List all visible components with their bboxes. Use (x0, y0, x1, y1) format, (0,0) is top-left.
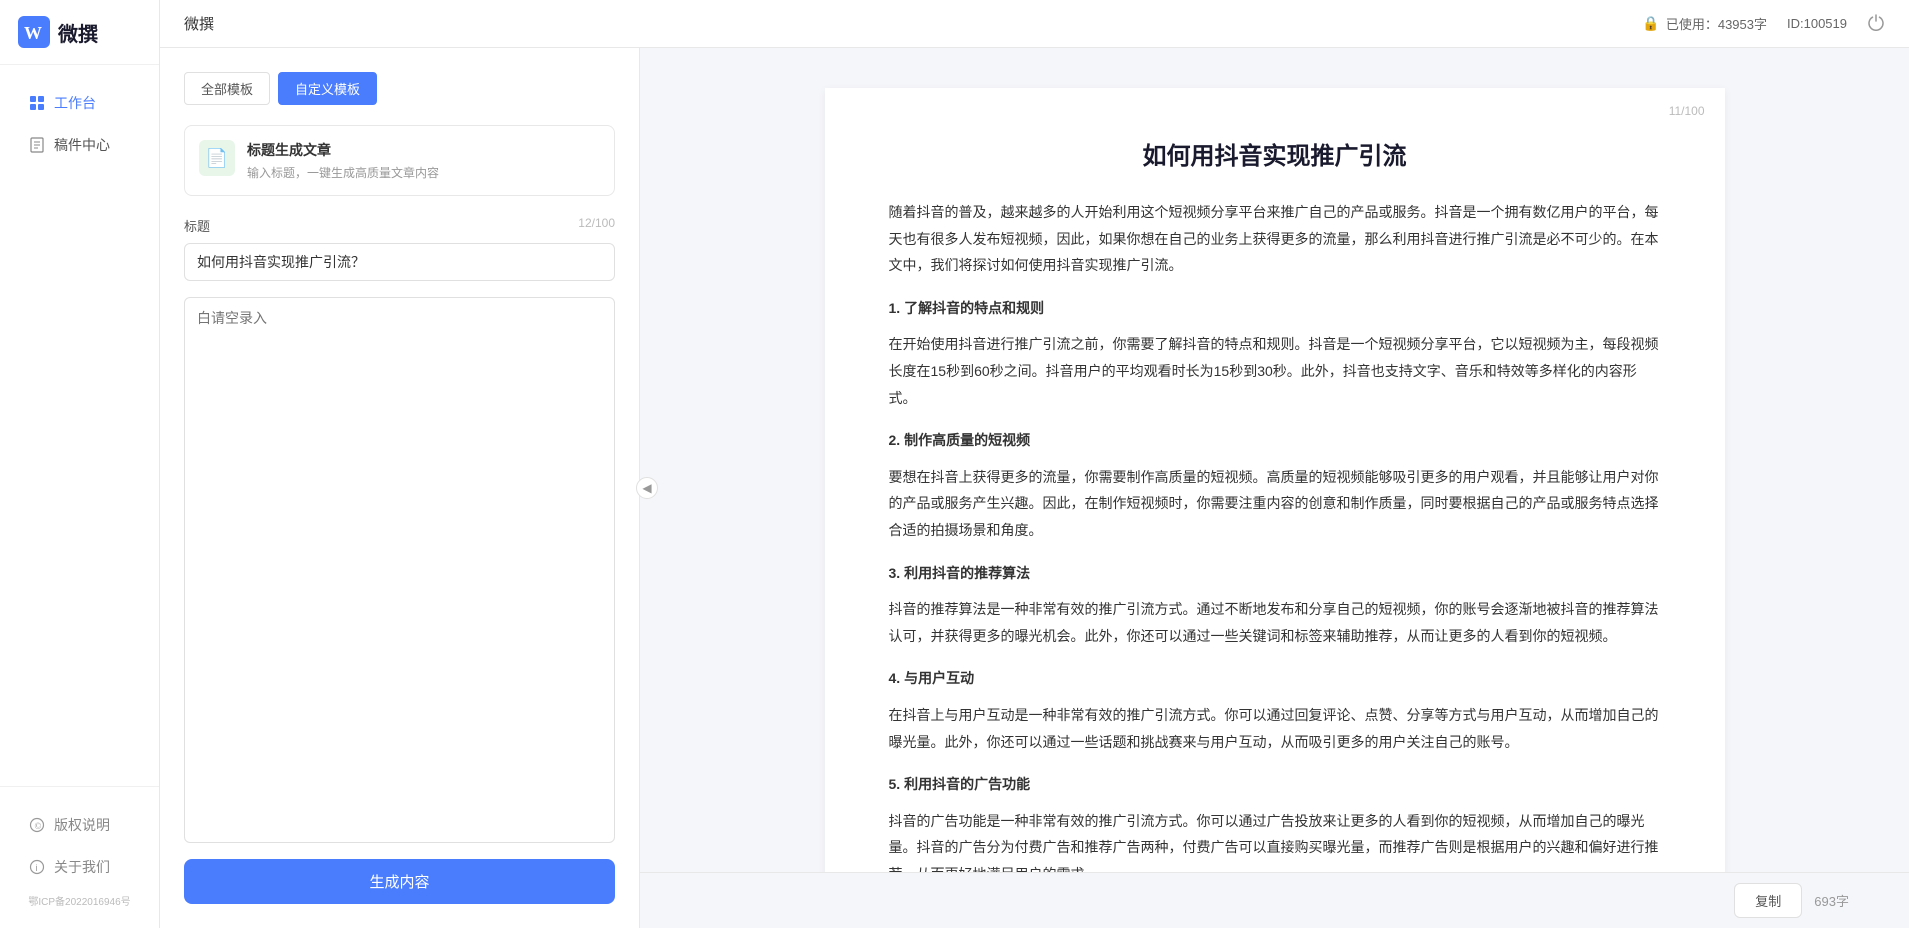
form-section: 标题 12/100 (184, 216, 615, 843)
logo-icon: W (18, 16, 50, 48)
right-bottom-bar: 复制 693字 (640, 872, 1909, 928)
usage-icon: 🔒 (1642, 15, 1659, 32)
workbench-label: 工作台 (54, 93, 96, 113)
panel-footer: 生成内容 (184, 843, 615, 928)
template-card-content: 标题生成文章 输入标题，一键生成高质量文章内容 (247, 140, 439, 181)
content-area: 全部模板 自定义模板 📄 标题生成文章 输入标题，一键生成高质量文章内容 标题 … (160, 48, 1909, 928)
drafts-label: 稿件中心 (54, 135, 110, 155)
template-card-title: 标题生成文章 (247, 140, 439, 160)
copyright-label: 版权说明 (54, 815, 110, 835)
right-panel: 11/100 如何用抖音实现推广引流 随着抖音的普及，越来越多的人开始利用这个短… (640, 48, 1909, 928)
top-bar-right: 🔒 已使用：43953字 ID:100519 (1642, 13, 1885, 34)
tab-all-templates[interactable]: 全部模板 (184, 72, 270, 105)
section-content-1: 在开始使用抖音进行推广引流之前，你需要了解抖音的特点和规则。抖音是一个短视频分享… (889, 331, 1661, 411)
page-counter: 11/100 (1669, 104, 1705, 118)
title-input[interactable] (184, 243, 615, 281)
section-heading-1: 1. 了解抖音的特点和规则 (889, 295, 1661, 322)
tab-custom-templates[interactable]: 自定义模板 (278, 72, 377, 105)
page-title: 微撰 (184, 13, 214, 34)
copyright-icon: © (28, 816, 46, 834)
sidebar-item-about[interactable]: i 关于我们 (8, 847, 151, 887)
article-intro: 随着抖音的普及，越来越多的人开始利用这个短视频分享平台来推广自己的产品或服务。抖… (889, 199, 1661, 279)
sidebar-nav: 工作台 稿件中心 (0, 65, 159, 786)
title-field-label: 标题 12/100 (184, 216, 615, 235)
user-id: ID:100519 (1787, 16, 1847, 31)
article-title: 如何用抖音实现推广引流 (889, 136, 1661, 171)
usage-text: 已使用：43953字 (1666, 14, 1767, 33)
article-container[interactable]: 11/100 如何用抖音实现推广引流 随着抖音的普及，越来越多的人开始利用这个短… (640, 48, 1909, 872)
sidebar-item-copyright[interactable]: © 版权说明 (8, 805, 151, 845)
left-panel: 全部模板 自定义模板 📄 标题生成文章 输入标题，一键生成高质量文章内容 标题 … (160, 48, 640, 928)
drafts-icon (28, 136, 46, 154)
power-button[interactable] (1867, 13, 1885, 34)
section-content-3: 抖音的推荐算法是一种非常有效的推广引流方式。通过不断地发布和分享自己的短视频，你… (889, 596, 1661, 649)
icp-text: 鄂ICP备2022016946号 (0, 889, 159, 912)
about-label: 关于我们 (54, 857, 110, 877)
section-content-4: 在抖音上与用户互动是一种非常有效的推广引流方式。你可以通过回复评论、点赞、分享等… (889, 702, 1661, 755)
template-tabs: 全部模板 自定义模板 (184, 72, 615, 105)
article-page: 11/100 如何用抖音实现推广引流 随着抖音的普及，越来越多的人开始利用这个短… (825, 88, 1725, 872)
sidebar-bottom: © 版权说明 i 关于我们 鄂ICP备2022016946号 (0, 786, 159, 928)
usage-info: 🔒 已使用：43953字 (1642, 14, 1767, 33)
section-content-5: 抖音的广告功能是一种非常有效的推广引流方式。你可以通过广告投放来让更多的人看到你… (889, 808, 1661, 872)
section-heading-4: 4. 与用户互动 (889, 665, 1661, 692)
svg-text:W: W (24, 23, 42, 43)
article-body: 随着抖音的普及，越来越多的人开始利用这个短视频分享平台来推广自己的产品或服务。抖… (889, 199, 1661, 872)
app-name: 微撰 (58, 18, 98, 47)
copy-button[interactable]: 复制 (1734, 883, 1802, 918)
title-counter: 12/100 (578, 216, 615, 235)
word-count: 693字 (1814, 891, 1849, 910)
section-heading-5: 5. 利用抖音的广告功能 (889, 771, 1661, 798)
sidebar-item-drafts[interactable]: 稿件中心 (8, 125, 151, 165)
section-content-2: 要想在抖音上获得更多的流量，你需要制作高质量的短视频。高质量的短视频能够吸引更多… (889, 464, 1661, 544)
logo-area: W 微撰 (0, 0, 159, 65)
template-card-icon: 📄 (199, 140, 235, 176)
collapse-panel-button[interactable]: ◀ (636, 477, 658, 499)
svg-text:i: i (36, 863, 38, 873)
main-area: 微撰 🔒 已使用：43953字 ID:100519 (160, 0, 1909, 928)
template-card-desc: 输入标题，一键生成高质量文章内容 (247, 164, 439, 181)
workbench-icon (28, 94, 46, 112)
svg-text:©: © (35, 821, 42, 831)
content-textarea[interactable] (184, 297, 615, 843)
template-card[interactable]: 📄 标题生成文章 输入标题，一键生成高质量文章内容 (184, 125, 615, 196)
top-bar: 微撰 🔒 已使用：43953字 ID:100519 (160, 0, 1909, 48)
section-heading-3: 3. 利用抖音的推荐算法 (889, 560, 1661, 587)
sidebar-item-workbench[interactable]: 工作台 (8, 83, 151, 123)
section-heading-2: 2. 制作高质量的短视频 (889, 427, 1661, 454)
generate-button[interactable]: 生成内容 (184, 859, 615, 904)
sidebar: W 微撰 工作台 (0, 0, 160, 928)
about-icon: i (28, 858, 46, 876)
